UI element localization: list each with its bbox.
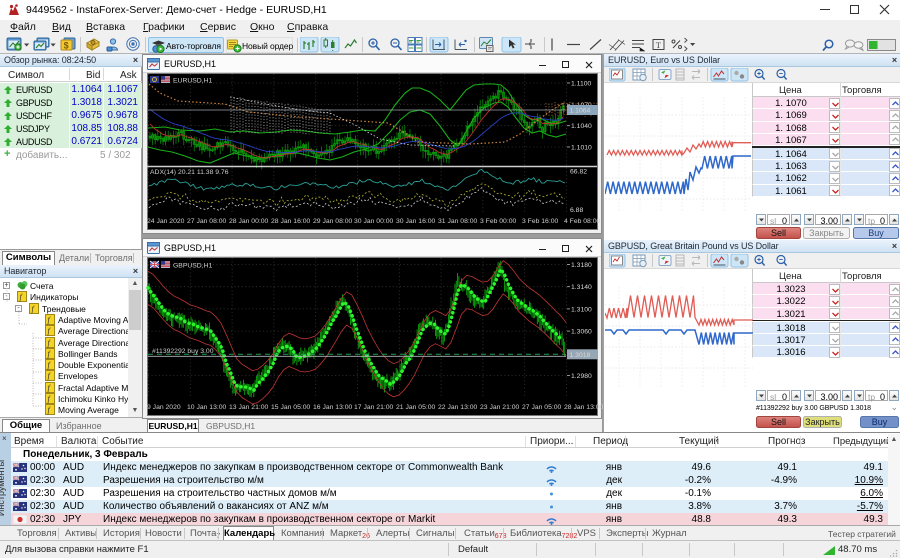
svg-text:21 Jan 05:00: 21 Jan 05:00 <box>396 404 436 411</box>
svg-text:9 Jan 2020: 9 Jan 2020 <box>147 404 181 411</box>
svg-text:1.3018: 1.3018 <box>570 352 591 359</box>
svg-text:27 Jan 05:00: 27 Jan 05:00 <box>522 404 562 411</box>
svg-text:1.3180: 1.3180 <box>571 262 592 269</box>
svg-text:1.3060: 1.3060 <box>571 329 592 336</box>
svg-text:1.3100: 1.3100 <box>571 306 592 313</box>
svg-text:GBPUSD,H1: GBPUSD,H1 <box>173 263 213 270</box>
svg-text:1.3140: 1.3140 <box>571 284 592 291</box>
svg-text:28 Jan 13:00: 28 Jan 13:00 <box>564 404 604 411</box>
svg-text:22 Jan 13:00: 22 Jan 13:00 <box>438 404 478 411</box>
svg-text:1.2980: 1.2980 <box>571 373 592 380</box>
svg-text:23 Jan 21:00: 23 Jan 21:00 <box>480 404 520 411</box>
svg-text:10 Jan 13:00: 10 Jan 13:00 <box>187 404 227 411</box>
svg-text:13 Jan 21:00: 13 Jan 21:00 <box>229 404 269 411</box>
svg-text:15 Jan 05:00: 15 Jan 05:00 <box>271 404 311 411</box>
svg-text:#11392292 buy 3.00: #11392292 buy 3.00 <box>152 348 214 355</box>
svg-text:17 Jan 21:00: 17 Jan 21:00 <box>354 404 394 411</box>
svg-text:16 Jan 13:00: 16 Jan 13:00 <box>313 404 353 411</box>
